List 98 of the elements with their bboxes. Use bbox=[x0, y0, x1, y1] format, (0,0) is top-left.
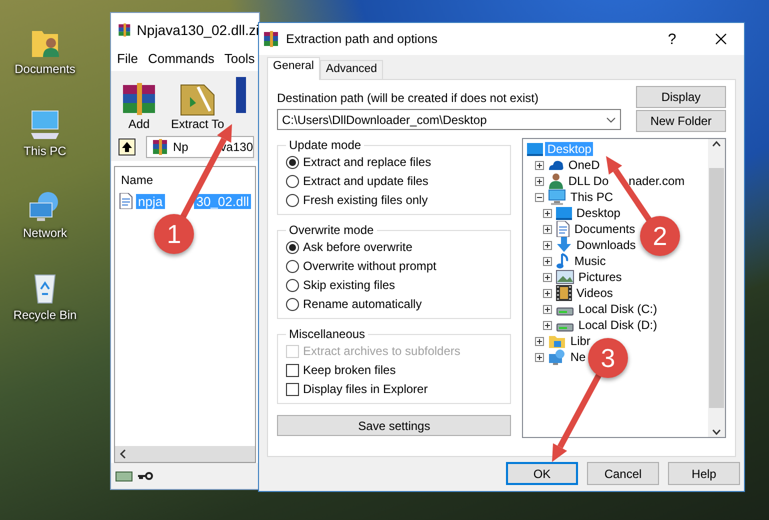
tree-item[interactable]: OneD bbox=[566, 158, 602, 172]
close-icon[interactable] bbox=[715, 33, 727, 45]
expand-icon[interactable] bbox=[543, 240, 552, 250]
up-folder-button[interactable] bbox=[116, 137, 138, 157]
destination-path-field[interactable]: C:\Users\DllDownloader_com\Desktop bbox=[277, 109, 621, 130]
music-note-icon bbox=[556, 253, 570, 269]
film-icon bbox=[556, 285, 572, 301]
archive-icon bbox=[151, 138, 169, 156]
app-icon bbox=[262, 30, 280, 48]
folder-icon bbox=[548, 333, 566, 349]
tree-item[interactable]: Local Disk (C:) bbox=[576, 302, 660, 316]
app-icon bbox=[117, 21, 132, 39]
dialog-title: Extraction path and options bbox=[286, 32, 438, 46]
side-button[interactable]: Display bbox=[636, 86, 726, 108]
tree-item[interactable]: Local Disk (D:) bbox=[576, 318, 660, 332]
checkbox[interactable] bbox=[286, 364, 299, 376]
collapse-icon[interactable] bbox=[535, 192, 544, 202]
tree-item[interactable]: Desktop bbox=[574, 206, 622, 220]
column-header[interactable]: Name bbox=[115, 167, 255, 191]
expand-icon[interactable] bbox=[535, 352, 544, 362]
tree-item[interactable]: Videos bbox=[574, 286, 615, 300]
checkbox-label[interactable]: Display files in Explorer bbox=[303, 382, 428, 396]
menu-item[interactable]: File bbox=[117, 51, 138, 67]
tree-item[interactable]: Pictures bbox=[576, 270, 624, 284]
radio-label[interactable]: Fresh existing files only bbox=[303, 193, 428, 207]
tree-item[interactable]: Documents bbox=[572, 222, 638, 236]
tree-item[interactable]: This PC bbox=[568, 190, 616, 204]
expand-icon[interactable] bbox=[543, 224, 552, 234]
key-icon bbox=[137, 471, 153, 481]
radio-label[interactable]: Overwrite without prompt bbox=[303, 259, 436, 273]
menu-item[interactable]: Tools bbox=[224, 51, 255, 67]
dialog-button[interactable]: Help bbox=[668, 462, 740, 485]
radio-button[interactable] bbox=[286, 174, 299, 188]
tree-item[interactable]: Ne bbox=[568, 350, 588, 364]
field-label: Destination path (will be created if does not exist) bbox=[277, 91, 540, 105]
radio-button[interactable] bbox=[286, 278, 299, 292]
tab[interactable]: Advanced bbox=[320, 60, 384, 79]
user-icon bbox=[548, 173, 564, 189]
expand-icon[interactable] bbox=[543, 272, 552, 282]
radio-label[interactable]: Extract and replace files bbox=[303, 155, 432, 169]
file-icon bbox=[119, 193, 133, 209]
window-title: Npjava130_02.dll.zi bbox=[136, 22, 259, 38]
update-mode-group: Update mode Extract and replace files Extract and update files Fresh existing files only bbox=[277, 138, 512, 215]
horizontal-scrollbar[interactable] bbox=[115, 446, 255, 462]
radio-label[interactable]: Rename automatically bbox=[303, 297, 422, 311]
menu-item[interactable]: Commands bbox=[148, 51, 214, 67]
radio-button[interactable] bbox=[286, 298, 299, 310]
toolbar-icon[interactable] bbox=[236, 77, 246, 113]
drive-icon bbox=[115, 470, 133, 482]
checkbox-label[interactable]: Keep broken files bbox=[303, 363, 396, 377]
tree-item[interactable]: Downloads bbox=[574, 238, 638, 252]
expand-icon[interactable] bbox=[543, 320, 552, 330]
computer-icon bbox=[548, 189, 566, 205]
dialog-button[interactable]: OK bbox=[506, 462, 578, 485]
expand-icon[interactable] bbox=[535, 176, 544, 186]
radio-label[interactable]: Ask before overwrite bbox=[303, 240, 412, 254]
dropdown-chevron-icon[interactable] bbox=[606, 116, 616, 122]
radio-label[interactable]: Skip existing files bbox=[303, 278, 396, 292]
tree-item[interactable]: Music bbox=[572, 254, 608, 268]
desktop-icon-label[interactable]: Recycle Bin bbox=[13, 308, 77, 322]
scroll-left-icon[interactable] bbox=[119, 449, 127, 459]
side-button[interactable]: New Folder bbox=[636, 110, 726, 132]
cloud-icon bbox=[548, 158, 564, 172]
desktop-icon-label[interactable]: Network bbox=[22, 226, 67, 240]
desktop-icon-label[interactable]: Documents bbox=[14, 62, 76, 76]
desktop-icon-label[interactable]: This PC bbox=[24, 144, 66, 158]
help-button[interactable]: ? bbox=[652, 30, 692, 48]
radio-button[interactable] bbox=[286, 194, 299, 206]
expand-icon[interactable] bbox=[543, 304, 552, 314]
monitor-icon bbox=[527, 142, 544, 156]
network-icon bbox=[548, 349, 566, 365]
checkbox[interactable] bbox=[286, 382, 299, 396]
miscellaneous-group: Miscellaneous Extract archives to subfolders Keep broken files Display files in Explorer bbox=[277, 327, 512, 404]
radio-button[interactable] bbox=[286, 240, 299, 254]
tree-item[interactable]: DLL Do bbox=[566, 174, 611, 188]
expand-icon[interactable] bbox=[543, 256, 552, 266]
radio-button[interactable] bbox=[286, 156, 299, 168]
monitor-icon bbox=[556, 206, 572, 220]
download-icon bbox=[556, 237, 572, 253]
document-icon bbox=[556, 221, 570, 237]
overwrite-mode-group: Overwrite mode Ask before overwrite Overwrite without prompt Skip existing files Rename automatically bbox=[277, 223, 512, 319]
tab[interactable]: General bbox=[267, 57, 320, 80]
radio-button[interactable] bbox=[286, 260, 299, 272]
expand-icon[interactable] bbox=[535, 336, 544, 346]
toolbar-button[interactable]: Extract To bbox=[171, 81, 224, 131]
expand-icon[interactable] bbox=[543, 288, 552, 298]
toolbar-button[interactable]: Add bbox=[119, 81, 159, 131]
expand-icon[interactable] bbox=[543, 208, 552, 218]
tree-item[interactable]: nader.com bbox=[626, 174, 687, 188]
expand-icon[interactable] bbox=[535, 160, 544, 170]
picture-icon bbox=[556, 270, 574, 284]
save-settings-button[interactable]: Save settings bbox=[277, 415, 512, 436]
scroll-up-icon[interactable] bbox=[712, 141, 721, 147]
computer-icon bbox=[29, 109, 61, 141]
dialog-button[interactable]: Cancel bbox=[587, 462, 659, 485]
scroll-down-icon[interactable] bbox=[712, 429, 721, 435]
radio-label[interactable]: Extract and update files bbox=[303, 174, 428, 188]
vertical-scrollbar[interactable] bbox=[708, 139, 725, 437]
